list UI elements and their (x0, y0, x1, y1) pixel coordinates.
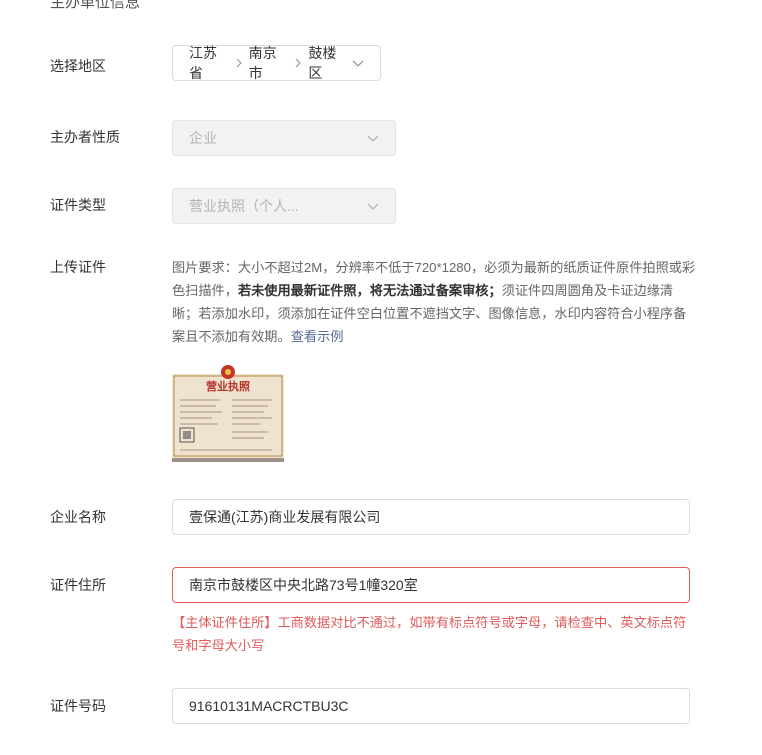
company-name-label: 企业名称 (50, 509, 106, 525)
region-city: 南京市 (248, 45, 277, 81)
upload-label: 上传证件 (50, 259, 106, 275)
certificate-address-error: 【主体证件住所】工商数据对比不通过，如带有标点符号或字母，请检查中、英文标点符号… (172, 615, 687, 653)
upload-hint-bold: 若未使用最新证件照，将无法通过备案审核； (237, 283, 502, 298)
chevron-right-icon (236, 58, 242, 68)
view-example-link[interactable]: 查看示例 (291, 329, 344, 344)
certificate-type-select[interactable]: 营业执照（个人... (172, 188, 396, 224)
organizer-nature-label: 主办者性质 (50, 129, 120, 145)
upload-hint: 图片要求：大小不超过2M，分辨率不低于720*1280，必须为最新的纸质证件原件… (172, 256, 697, 348)
organizer-nature-select[interactable]: 企业 (172, 120, 396, 156)
chevron-down-icon (365, 198, 381, 214)
certificate-type-value: 营业执照（个人... (189, 198, 299, 214)
company-name-input[interactable]: 壹保通(江苏)商业发展有限公司 (172, 499, 690, 535)
certificate-address-input[interactable]: 南京市鼓楼区中央北路73号1幢320室 (172, 567, 690, 603)
certificate-address-label: 证件住所 (50, 577, 106, 593)
license-title: 营业执照 (206, 379, 250, 393)
region-province: 江苏省 (189, 45, 217, 81)
certificate-number-value: 91610131MACRCTBU3C (189, 698, 349, 714)
business-license-thumbnail[interactable]: 营业执照 (172, 360, 284, 462)
organizer-nature-value: 企业 (189, 130, 217, 146)
chevron-right-icon (295, 58, 302, 68)
certificate-number-input[interactable]: 91610131MACRCTBU3C (172, 688, 690, 724)
chevron-down-icon (365, 130, 381, 146)
region-label: 选择地区 (50, 58, 106, 74)
certificate-type-label: 证件类型 (50, 197, 106, 213)
business-license-image: 营业执照 (172, 360, 284, 462)
section-title: 主办单位信息 (50, 0, 141, 11)
company-name-value: 壹保通(江苏)商业发展有限公司 (189, 509, 381, 525)
chevron-down-icon (350, 55, 366, 71)
certificate-address-value: 南京市鼓楼区中央北路73号1幢320室 (189, 577, 418, 593)
region-district: 鼓楼区 (308, 45, 337, 81)
certificate-number-label: 证件号码 (50, 698, 106, 714)
region-select[interactable]: 江苏省 南京市 鼓楼区 (172, 45, 381, 81)
